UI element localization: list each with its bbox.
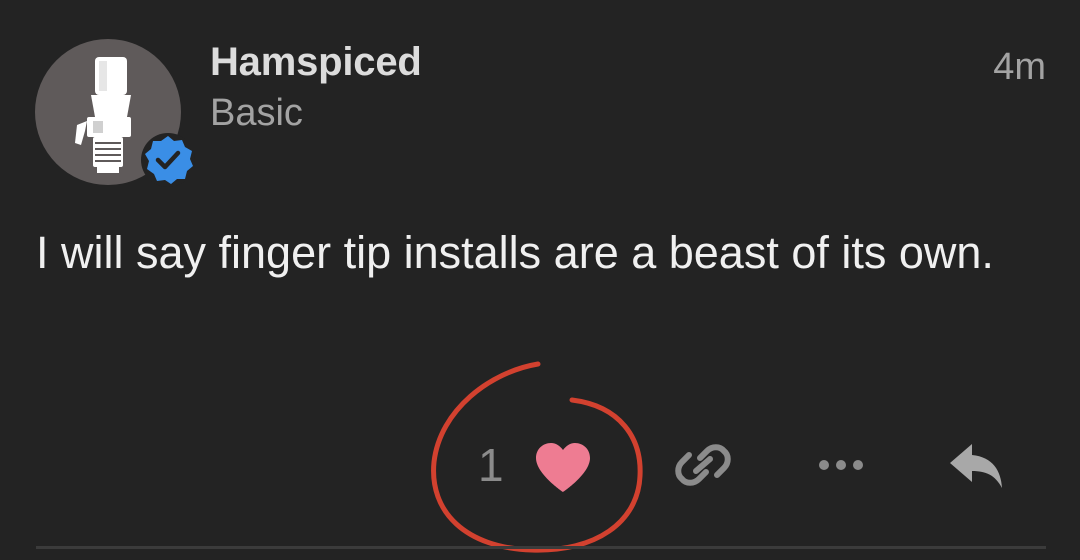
author-name[interactable]: Hamspiced [210,40,422,85]
post-card: Hamspiced Basic 4m I will say finger tip… [0,0,1080,560]
post-divider [36,546,1046,549]
author-avatar[interactable] [35,39,195,187]
share-link-button[interactable] [674,438,732,492]
ellipsis-icon [819,460,863,470]
more-options-button[interactable] [812,450,870,480]
like-count[interactable]: 1 [478,438,504,492]
reply-button[interactable] [946,438,1010,494]
author-level: Basic [210,92,303,134]
post-actions: 1 [0,420,1080,510]
post-body: I will say finger tip installs are a bea… [36,227,994,278]
link-icon [675,444,731,486]
like-button[interactable] [532,440,594,496]
reply-arrow-icon [950,444,1002,488]
post-timestamp[interactable]: 4m [993,46,1046,89]
heart-icon [536,443,590,492]
verified-badge-icon [139,131,197,189]
